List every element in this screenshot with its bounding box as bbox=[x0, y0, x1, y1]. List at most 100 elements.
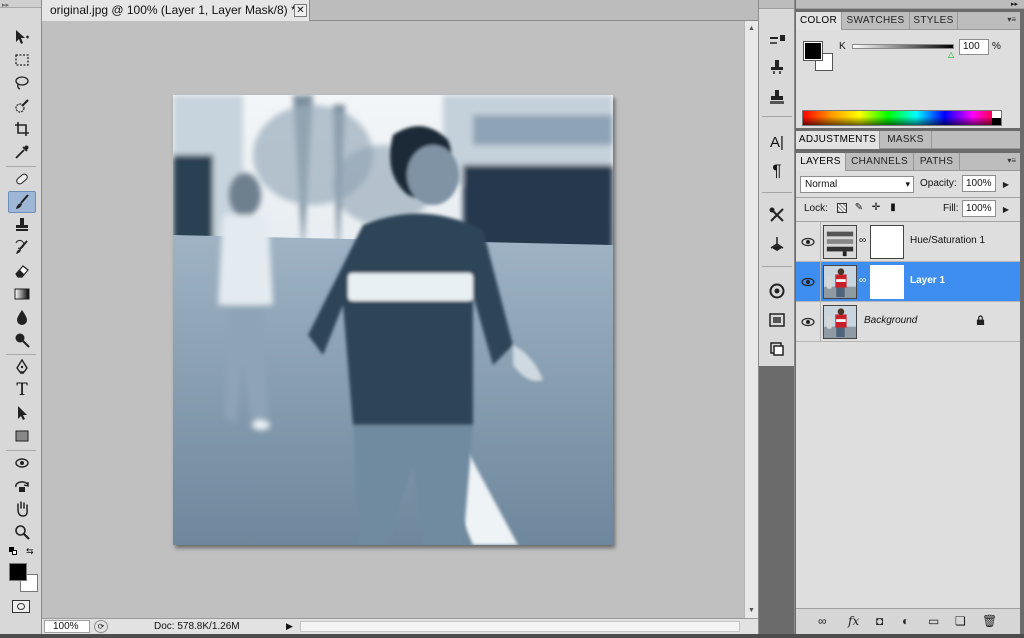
lock-position-icon[interactable]: ✛ bbox=[870, 202, 882, 214]
tools-button[interactable] bbox=[765, 204, 789, 226]
expand-panels-icon[interactable]: ▸▸ bbox=[1011, 0, 1018, 8]
opacity-field[interactable]: 100% ▶ bbox=[962, 175, 1009, 192]
clone-source-button[interactable] bbox=[765, 56, 789, 78]
layer-mask-thumbnail[interactable] bbox=[870, 265, 904, 299]
fx-icon[interactable]: fx bbox=[848, 614, 859, 628]
new-group-icon[interactable]: ▭ bbox=[928, 614, 939, 628]
lock-all-icon[interactable]: ▮ bbox=[887, 202, 899, 214]
chain-link-icon[interactable]: ∞ bbox=[859, 275, 866, 286]
history-brush-tool[interactable] bbox=[8, 237, 36, 259]
type-tool[interactable]: T bbox=[8, 379, 36, 401]
white-sample[interactable] bbox=[992, 111, 1001, 118]
default-colors-icon[interactable] bbox=[9, 547, 17, 555]
tab-layers[interactable]: LAYERS bbox=[796, 153, 846, 171]
crop-tool[interactable] bbox=[8, 118, 36, 140]
dock-grip[interactable] bbox=[759, 0, 794, 9]
3d-panel-button[interactable] bbox=[765, 233, 789, 255]
document-tab[interactable]: original.jpg @ 100% (Layer 1, Layer Mask… bbox=[42, 0, 310, 21]
3d-rotate-tool[interactable] bbox=[8, 452, 36, 474]
eyedropper-tool[interactable] bbox=[8, 141, 36, 163]
lasso-tool[interactable] bbox=[8, 72, 36, 94]
document-image[interactable] bbox=[173, 95, 613, 545]
tab-swatches[interactable]: SWATCHES bbox=[842, 12, 910, 30]
tab-styles[interactable]: STYLES bbox=[910, 12, 958, 30]
tab-color[interactable]: COLOR bbox=[796, 12, 842, 30]
hand-tool[interactable] bbox=[8, 498, 36, 520]
black-sample[interactable] bbox=[992, 118, 1001, 125]
chain-link-icon[interactable]: ∞ bbox=[859, 235, 866, 246]
status-menu-icon[interactable]: ▶ bbox=[286, 621, 296, 632]
fill-field[interactable]: 100% ▶ bbox=[962, 200, 1009, 217]
pen-tool[interactable] bbox=[8, 356, 36, 378]
horizontal-scrollbar[interactable] bbox=[300, 621, 740, 632]
tab-paths[interactable]: PATHS bbox=[914, 153, 960, 171]
tab-adjustments[interactable]: ADJUSTMENTS bbox=[796, 131, 880, 149]
marquee-tool[interactable] bbox=[8, 49, 36, 71]
character-button[interactable]: A| bbox=[765, 131, 789, 153]
brush-tool[interactable] bbox=[8, 191, 36, 213]
visibility-eye-icon[interactable] bbox=[800, 275, 816, 289]
vertical-scrollbar[interactable]: ▲ ▼ bbox=[744, 21, 758, 618]
actions-button[interactable] bbox=[765, 309, 789, 331]
visibility-eye-icon[interactable] bbox=[800, 315, 816, 329]
divider bbox=[820, 262, 821, 302]
3d-orbit-tool[interactable] bbox=[8, 475, 36, 497]
link-layers-icon[interactable]: ∞ bbox=[818, 614, 827, 628]
quick-mask-button[interactable] bbox=[12, 600, 30, 613]
layer-row-background[interactable]: Background bbox=[796, 302, 1020, 342]
zoom-level-field[interactable]: 100% bbox=[44, 620, 90, 633]
new-layer-icon[interactable]: ❏ bbox=[955, 614, 966, 628]
tab-masks[interactable]: MASKS bbox=[880, 131, 932, 149]
fill-slider-icon[interactable]: ▶ bbox=[1003, 202, 1009, 217]
blur-tool[interactable] bbox=[8, 306, 36, 328]
k-channel-slider[interactable] bbox=[852, 44, 954, 49]
opacity-label: Opacity: bbox=[920, 178, 957, 189]
zoom-tool[interactable] bbox=[8, 521, 36, 543]
slider-thumb-icon[interactable]: △ bbox=[948, 50, 954, 59]
mask-icon bbox=[17, 603, 25, 610]
spot-healing-tool[interactable] bbox=[8, 168, 36, 190]
tab-channels[interactable]: CHANNELS bbox=[846, 153, 914, 171]
delete-layer-icon[interactable]: 🗑 bbox=[982, 614, 997, 628]
color-spectrum-ramp[interactable] bbox=[802, 110, 1002, 126]
opacity-value: 100% bbox=[966, 178, 992, 189]
gradient-icon bbox=[14, 288, 30, 300]
paragraph-button[interactable]: ¶ bbox=[765, 160, 789, 182]
blend-mode-select[interactable]: Normal ▾ bbox=[800, 176, 914, 193]
lock-pixels-icon[interactable]: ✎ bbox=[853, 202, 865, 214]
clone-stamp-tool[interactable] bbox=[8, 214, 36, 236]
panels-grip[interactable]: ▸▸ bbox=[796, 0, 1024, 9]
panel-menu-icon[interactable]: ▾≡ bbox=[1007, 15, 1016, 24]
layer-row-layer-1[interactable]: ∞ Layer 1 bbox=[796, 262, 1020, 302]
layer-row-hue-saturation[interactable]: ∞ Hue/Saturation 1 bbox=[796, 222, 1020, 262]
add-mask-icon[interactable]: ◘ bbox=[876, 614, 883, 628]
adjustment-layer-icon[interactable]: ◐ bbox=[902, 614, 909, 628]
path-selection-tool[interactable] bbox=[8, 402, 36, 424]
move-tool[interactable] bbox=[8, 26, 36, 48]
lock-transparency-icon[interactable] bbox=[836, 202, 848, 214]
quick-selection-tool[interactable] bbox=[8, 95, 36, 117]
layers-panel-menu-icon[interactable]: ▾≡ bbox=[1007, 156, 1016, 165]
color-panel-foreground-swatch[interactable] bbox=[803, 41, 823, 61]
k-channel-value-field[interactable]: 100 bbox=[959, 39, 989, 55]
status-options-icon[interactable]: ⟳ bbox=[94, 620, 108, 633]
navigator-button[interactable] bbox=[765, 280, 789, 302]
tool-presets-button[interactable] bbox=[765, 86, 789, 108]
close-tab-button[interactable]: ✕ bbox=[294, 4, 307, 17]
gradient-tool[interactable] bbox=[8, 283, 36, 305]
document-tab-bar: original.jpg @ 100% (Layer 1, Layer Mask… bbox=[42, 0, 758, 21]
scroll-down-icon[interactable]: ▼ bbox=[747, 606, 756, 615]
eraser-tool[interactable] bbox=[8, 260, 36, 282]
brush-presets-button[interactable] bbox=[765, 28, 789, 50]
visibility-eye-icon[interactable] bbox=[800, 235, 816, 249]
rectangle-tool[interactable] bbox=[8, 425, 36, 447]
history-button[interactable] bbox=[765, 338, 789, 360]
swap-colors-icon[interactable]: ⇆ bbox=[26, 546, 34, 557]
scroll-up-icon[interactable]: ▲ bbox=[747, 24, 756, 33]
dodge-tool[interactable] bbox=[8, 329, 36, 351]
foreground-color-swatch-front[interactable] bbox=[9, 563, 27, 581]
toolbox-grip[interactable]: ▸▸ bbox=[0, 0, 41, 9]
layer-mask-thumbnail[interactable] bbox=[870, 225, 904, 259]
collapse-icon[interactable]: ▸▸ bbox=[2, 1, 9, 9]
opacity-slider-icon[interactable]: ▶ bbox=[1003, 177, 1009, 192]
